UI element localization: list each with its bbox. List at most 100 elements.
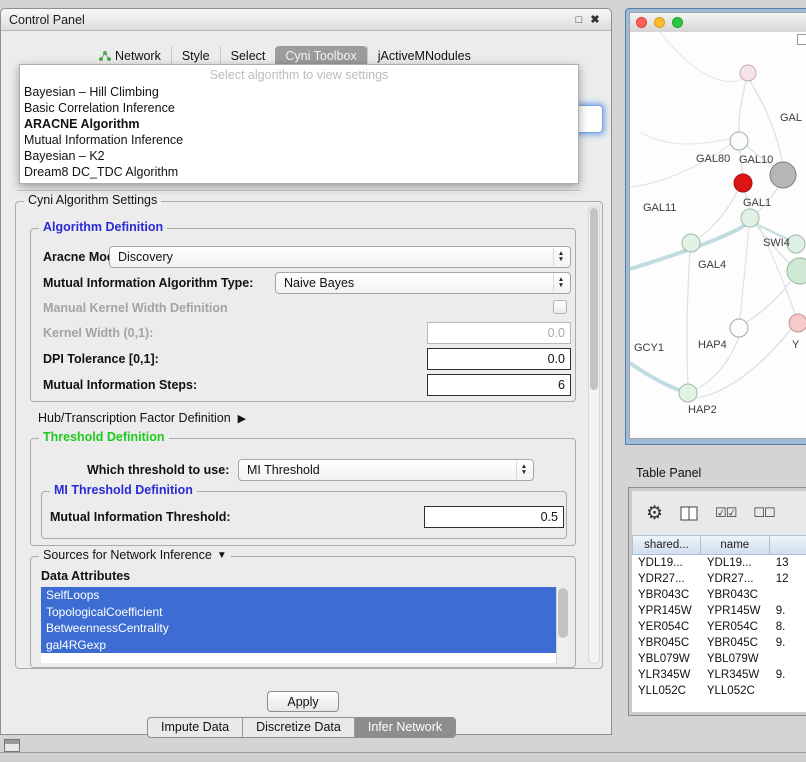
table-cell: YDR27... [632,573,701,585]
table-header: shared... name [632,535,806,555]
columns-icon[interactable] [680,506,698,521]
table-row[interactable]: YDR27...YDR27...12 [632,571,806,587]
algorithm-option[interactable]: Basic Correlation Inference [20,100,578,116]
node-label: GAL [780,112,802,124]
table-cell: YBL079W [632,653,701,665]
attribute-item[interactable]: SelfLoops [41,587,556,604]
table-cell: YDL19... [632,557,701,569]
node-label: GAL11 [643,202,676,214]
table-cell: YER054C [632,621,701,633]
settings-scrollbar[interactable] [588,206,600,664]
attributes-scrollbar-thumb[interactable] [558,588,568,638]
network-window-titlebar[interactable] [629,12,806,32]
hub-definition-expander[interactable]: Hub/Transcription Factor Definition ▶ [38,411,246,425]
gear-icon[interactable]: ⚙ [646,504,663,523]
combo-arrows-icon: ▲▼ [516,461,531,479]
algorithm-select-fragment[interactable] [575,105,603,133]
algorithm-option[interactable]: Bayesian – Hill Climbing [20,84,578,100]
node-label: GAL10 [739,154,773,166]
table-row[interactable]: YBR045CYBR045C9. [632,635,806,651]
mi-threshold-input[interactable]: 0.5 [424,506,564,528]
network-edge [687,252,690,384]
node-label: GAL80 [696,153,730,165]
minimized-panel-icon[interactable] [4,739,20,752]
tab-impute-data-label: Impute Data [161,720,229,734]
table-cell: YPR145W [701,605,770,617]
table-cell: YDR27... [701,573,770,585]
column-header-name[interactable]: name [701,535,770,555]
network-node[interactable] [682,234,700,252]
dpi-tolerance-input[interactable]: 0.0 [427,348,571,370]
table-row[interactable]: YBL079WYBL079W [632,651,806,667]
network-node[interactable] [734,174,752,192]
attribute-item[interactable]: BetweennessCentrality [41,620,556,637]
column-header-extra[interactable] [770,535,806,555]
network-node[interactable] [730,132,748,150]
table-row[interactable]: YDL19...YDL19...13 [632,555,806,571]
close-button[interactable] [636,17,647,28]
network-node[interactable] [679,384,697,402]
attribute-item[interactable]: TopologicalCoefficient [41,604,556,621]
mi-type-select[interactable]: Naive Bayes ▲▼ [275,272,571,294]
table-cell: YLR345W [701,669,770,681]
table-cell: YLL052C [632,685,701,697]
tab-network[interactable]: Network [89,46,171,66]
network-node[interactable] [741,209,759,227]
table-cell: YBR043C [701,589,770,601]
float-panel-icon[interactable]: □ [571,14,587,26]
table-row[interactable]: YPR145WYPR145W9. [632,603,806,619]
combo-arrows-icon: ▲▼ [553,274,568,292]
apply-button[interactable]: Apply [267,691,339,712]
which-threshold-select[interactable]: MI Threshold ▲▼ [238,459,534,481]
manual-kernel-checkbox[interactable] [553,300,567,314]
close-panel-icon[interactable]: ✖ [587,13,603,26]
table-row[interactable]: YLR345WYLR345W9. [632,667,806,683]
combo-arrows-icon: ▲▼ [553,248,568,266]
algorithm-option[interactable]: Mutual Information Inference [20,132,578,148]
tab-jactivemnodules[interactable]: jActiveMNodules [367,46,481,66]
minimize-button[interactable] [654,17,665,28]
which-threshold-label: Which threshold to use: [87,463,229,477]
sources-group-title[interactable]: Sources for Network Inference ▼ [39,548,231,562]
network-node[interactable] [789,314,806,332]
attribute-item[interactable]: gal4RGexp [41,637,556,654]
column-header-shared[interactable]: shared... [632,535,701,555]
tab-discretize-data[interactable]: Discretize Data [242,718,354,737]
table-cell: 9. [770,669,806,681]
table-cell: YPR145W [632,605,701,617]
tab-impute-data[interactable]: Impute Data [148,718,242,737]
tab-cyni-toolbox[interactable]: Cyni Toolbox [275,46,366,66]
algorithm-option[interactable]: ARACNE Algorithm [20,116,578,132]
tab-style[interactable]: Style [171,46,220,66]
aracne-mode-select[interactable]: Discovery ▲▼ [109,246,571,268]
network-view-corner-box[interactable] [797,34,806,45]
show-selected-icon[interactable]: ☑☑ [715,505,736,521]
settings-scrollbar-thumb[interactable] [590,208,598,390]
tab-select[interactable]: Select [220,46,276,66]
kernel-width-input[interactable]: 0.0 [427,322,571,344]
mi-steps-input[interactable]: 6 [427,374,571,396]
mi-threshold-group-title: MI Threshold Definition [50,483,197,497]
node-label: HAP4 [698,339,727,351]
network-node[interactable] [740,65,756,81]
network-canvas[interactable]: GALGAL80GAL10GAL11GAL1SWI4GAL4GCY1HAP4YH… [629,32,806,439]
table-cell: YBR045C [701,637,770,649]
table-row[interactable]: YER054CYER054C8. [632,619,806,635]
hide-selected-icon[interactable]: ☐☐ [753,505,774,521]
network-node[interactable] [770,162,796,188]
network-node[interactable] [787,258,806,284]
algorithm-option[interactable]: Bayesian – K2 [20,148,578,164]
node-label: GCY1 [634,342,664,354]
attributes-scrollbar[interactable] [556,587,569,663]
table-panel-title: Table Panel [636,466,701,480]
algorithm-definition-group: Algorithm Definition Aracne Mode: Discov… [30,228,576,402]
zoom-button[interactable] [672,17,683,28]
network-node[interactable] [730,319,748,337]
group-divider [17,190,581,192]
table-row[interactable]: YBR043CYBR043C [632,587,806,603]
tab-discretize-data-label: Discretize Data [256,720,341,734]
algorithm-option[interactable]: Dream8 DC_TDC Algorithm [20,164,578,180]
node-label: SWI4 [763,237,790,249]
table-row[interactable]: YLL052CYLL052C [632,683,806,699]
tab-infer-network[interactable]: Infer Network [354,718,455,737]
